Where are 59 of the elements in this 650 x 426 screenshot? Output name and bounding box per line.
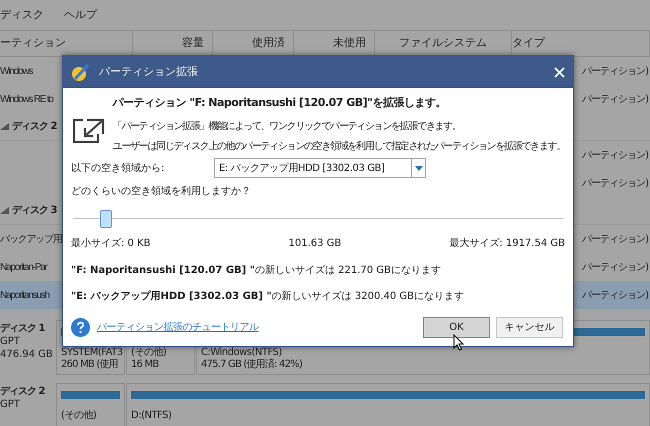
column-header[interactable]: 未使用 (333, 35, 366, 52)
partition-label: C:Windows(NTFS) (201, 347, 283, 358)
source-label: 以下の空き領域から: (71, 162, 166, 176)
triangle-icon[interactable] (0, 207, 9, 214)
help-icon (71, 318, 90, 336)
disk-scheme: GPT (0, 398, 21, 411)
partition-type: パーティション) (582, 148, 650, 162)
disk-size: 476.94 GB (0, 348, 54, 361)
partition-detail: 260 MB (使用 (61, 359, 119, 371)
partition-name: Windows RE to (0, 92, 53, 106)
partition-type: パーティション) (582, 176, 650, 190)
dialog-button[interactable]: OK (423, 316, 490, 338)
partition-block[interactable]: D:(NTFS) (126, 383, 650, 426)
partition-type: パーティション) (582, 260, 650, 274)
partition-label: (その他) (61, 410, 98, 422)
description-text: ユーザーは同じディスク上の他のパーティションの空き領域を利用して指定されたパーティションを拡張できます。 (112, 140, 565, 154)
slider-thumb[interactable] (100, 210, 112, 228)
min-size-label: 最小サイズ: 0 KB (71, 237, 151, 251)
menu-item[interactable]: ディスク (0, 6, 44, 24)
triangle-icon[interactable] (0, 123, 9, 130)
description-text: 「パーティション拡張」機能によって、ワンクリックでパーティションを拡張できます。 (112, 120, 461, 134)
slider-track[interactable] (73, 210, 563, 228)
window-title: パーティション拡張 (99, 64, 199, 80)
column-header[interactable]: タイプ (512, 35, 545, 52)
usage-bar (61, 391, 120, 399)
partition-type: パーティション) (582, 92, 650, 106)
partition-label: (その他) (131, 347, 168, 359)
dialog-heading: パーティション "F: Naporitansushi [120.07 GB]"を拡張します。 (112, 95, 446, 111)
partition-block[interactable]: (その他) (56, 383, 125, 426)
disk-scheme: GPT (0, 335, 21, 348)
column-header[interactable]: 使用済 (252, 35, 285, 52)
close-icon[interactable] (554, 66, 565, 78)
disk-name: ディスク 1 (0, 322, 46, 335)
column-header[interactable]: ファイルシステム (399, 35, 487, 52)
menu-item[interactable]: ヘルプ (64, 6, 97, 24)
partition-name: バックアップ用 (0, 232, 62, 246)
partition-name: Windows (0, 64, 32, 78)
result-text: "F: Naporitansushi [120.07 GB] "の新しいサイズは 221.70 GBになります (71, 264, 441, 278)
result-text: "E: バックアップ用HDD [3302.03 GB] "の新しいサイズは 3200.40 GBになります (71, 290, 464, 304)
partition-name: Naporitan-Par (0, 260, 47, 274)
partition-type: パーティション) (582, 288, 650, 302)
column-header[interactable]: 容量 (182, 35, 204, 52)
disk-name: ディスク 2 (12, 120, 56, 134)
partition-type: パーティション) (582, 64, 650, 78)
partition-detail: 475.7 GB (使用済: 42%) (201, 359, 303, 371)
dialog-button[interactable]: キャンセル (496, 316, 563, 338)
column-header[interactable]: ーティション (0, 35, 66, 52)
partition-label: SYSTEM(FAT3 (61, 347, 120, 359)
partition-type: パーティション) (582, 232, 650, 246)
current-size-label: 101.63 GB (288, 237, 342, 251)
source-dropdown[interactable]: E: バックアップ用HDD [3302.03 GB] (214, 158, 426, 178)
disk-name: ディスク 3 (12, 204, 56, 218)
partition-label: D:(NTFS) (131, 410, 172, 422)
partition-detail: 16 MB (131, 359, 160, 371)
question-text: どのくらいの空き領域を利用しますか？ (71, 185, 252, 199)
wand-icon (71, 62, 91, 82)
disk-name: ディスク 2 (0, 385, 46, 398)
partition-name: Naporitansush (0, 288, 49, 302)
max-size-label: 最大サイズ: 1917.54 GB (449, 237, 565, 251)
